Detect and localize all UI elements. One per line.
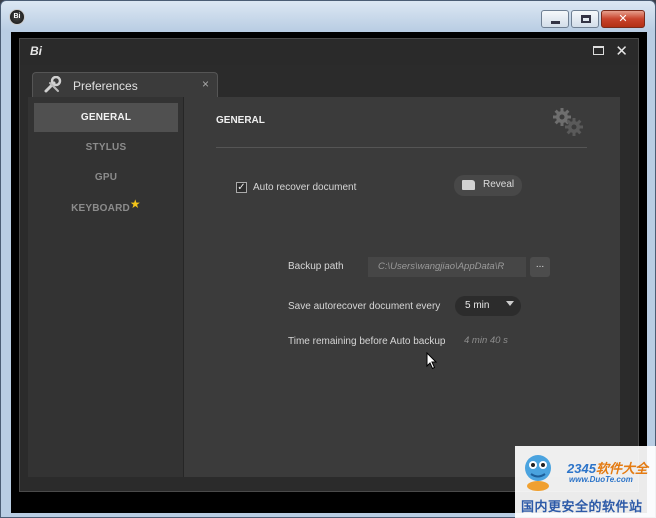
chevron-down-icon xyxy=(506,301,514,306)
time-remaining-value: 4 min 40 s xyxy=(464,335,508,346)
sidebar-item-general[interactable]: GENERAL xyxy=(34,103,178,132)
watermark: 2345软件大全 www.DuoTe.com 国内更安全的软件站 xyxy=(515,446,656,518)
auto-recover-label: Auto recover document xyxy=(253,182,357,193)
mascot-logo xyxy=(525,455,551,491)
window-controls: ✕ xyxy=(541,10,645,28)
app-frame: Bi ✕ Preferences × GENERAL STYLUS GPU KE… xyxy=(11,32,647,513)
auto-recover-checkbox[interactable]: ✓ xyxy=(236,182,247,193)
app-close-button[interactable]: ✕ xyxy=(615,42,628,60)
minimize-icon xyxy=(551,21,560,24)
app-titlebar[interactable]: Bi ✕ xyxy=(20,39,638,65)
watermark-url: www.DuoTe.com xyxy=(569,475,633,484)
folder-icon xyxy=(462,180,475,190)
page-title: GENERAL xyxy=(216,115,265,126)
tab-preferences[interactable]: Preferences × xyxy=(32,72,218,98)
general-panel: GENERAL ✓ Auto recover document Reveal B… xyxy=(183,97,620,477)
tab-close-icon[interactable]: × xyxy=(202,77,209,91)
reveal-button[interactable]: Reveal xyxy=(454,175,522,196)
preferences-dialog: Bi ✕ Preferences × GENERAL STYLUS GPU KE… xyxy=(19,38,639,492)
close-icon: ✕ xyxy=(618,13,628,25)
gears-icon xyxy=(553,108,583,136)
backup-path-label: Backup path xyxy=(288,261,344,272)
backup-path-field[interactable]: C:\Users\wangjiao\AppData\R xyxy=(368,257,526,277)
reveal-button-label: Reveal xyxy=(483,179,515,190)
sidebar-item-keyboard[interactable]: KEYBOARD★ xyxy=(34,193,178,222)
sidebar-item-label: STYLUS xyxy=(85,142,127,153)
divider xyxy=(216,147,587,148)
minimize-button[interactable] xyxy=(541,10,569,28)
save-interval-label: Save autorecover document every xyxy=(288,301,441,312)
mouse-cursor-icon xyxy=(426,352,438,370)
app-logo: Bi xyxy=(30,44,42,58)
outer-window: Bi ✕ Bi ✕ Preferences × GENERAL STYLUS G… xyxy=(0,0,656,518)
maximize-button[interactable] xyxy=(571,10,599,28)
browse-button[interactable]: ... xyxy=(530,257,550,277)
sidebar-item-label: KEYBOARD xyxy=(71,203,130,214)
app-icon[interactable]: Bi xyxy=(9,9,25,25)
sidebar-item-stylus[interactable]: STYLUS xyxy=(34,133,178,162)
save-interval-select[interactable]: 5 min xyxy=(455,296,521,316)
time-remaining-label: Time remaining before Auto backup xyxy=(288,336,446,347)
watermark-slogan: 国内更安全的软件站 xyxy=(521,499,643,514)
maximize-icon xyxy=(581,15,591,23)
sidebar: GENERAL STYLUS GPU KEYBOARD★ xyxy=(28,97,183,477)
outer-titlebar[interactable]: Bi ✕ xyxy=(1,1,655,31)
sidebar-item-label: GPU xyxy=(94,172,118,183)
sidebar-item-label: GENERAL xyxy=(80,112,132,123)
star-icon: ★ xyxy=(129,197,141,211)
tab-label: Preferences xyxy=(73,79,138,93)
save-interval-value: 5 min xyxy=(465,300,490,311)
sidebar-item-gpu[interactable]: GPU xyxy=(34,163,178,192)
wrench-screwdriver-icon xyxy=(43,75,63,97)
close-button[interactable]: ✕ xyxy=(601,10,645,28)
app-maximize-button[interactable] xyxy=(593,46,604,55)
